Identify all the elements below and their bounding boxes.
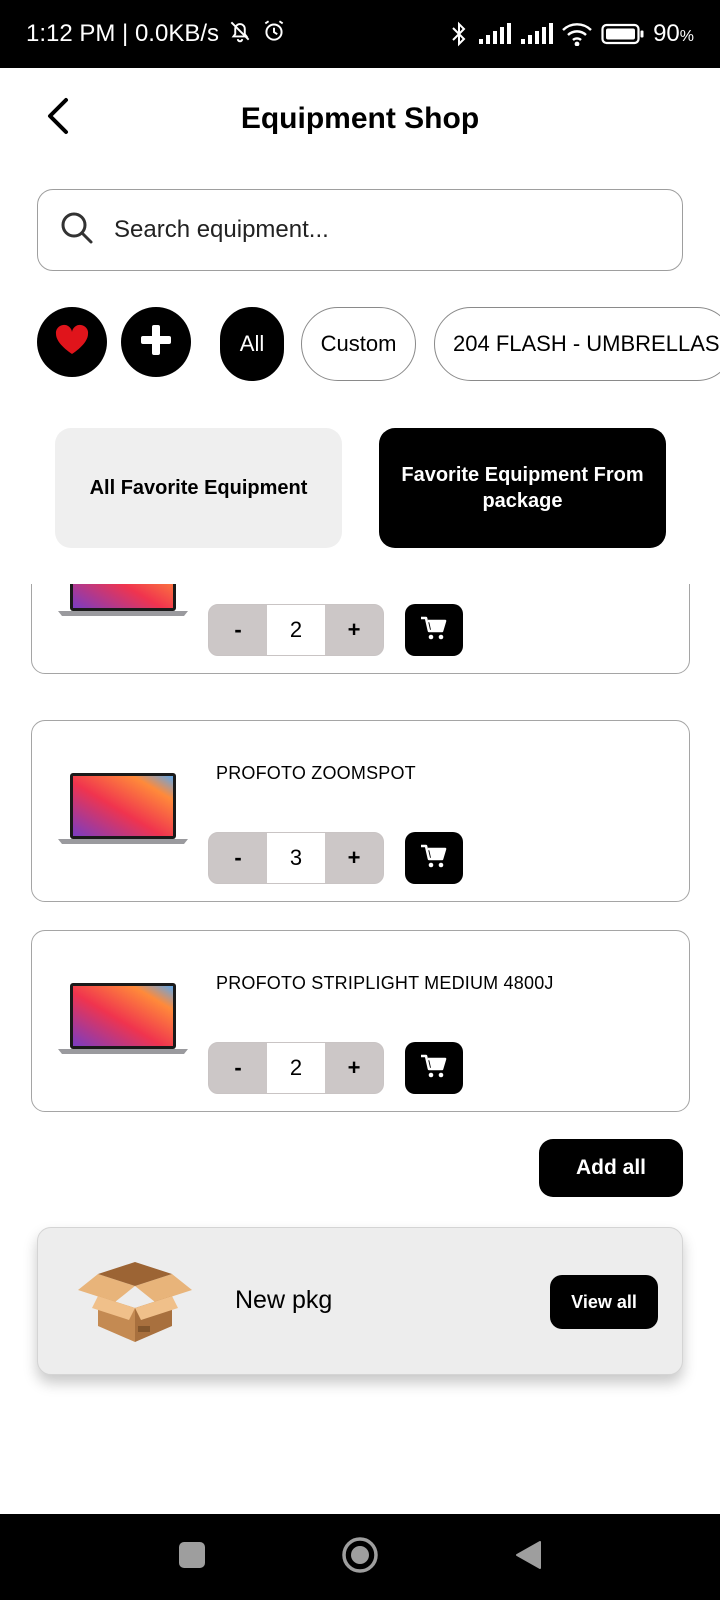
tab-all-favorite-equipment[interactable]: All Favorite Equipment bbox=[55, 428, 342, 548]
favorites-tabs: All Favorite Equipment Favorite Equipmen… bbox=[0, 428, 720, 548]
status-time: 1:12 PM | 0.0KB/s bbox=[26, 20, 219, 47]
quantity-value: 2 bbox=[267, 1043, 325, 1093]
decrement-button[interactable]: - bbox=[209, 605, 267, 655]
search-bar bbox=[37, 189, 683, 271]
decrement-button[interactable]: - bbox=[209, 1043, 267, 1093]
status-bar: 1:12 PM | 0.0KB/s 90% bbox=[0, 0, 720, 68]
package-card[interactable]: New pkg View all bbox=[37, 1227, 683, 1375]
recents-button[interactable] bbox=[162, 1514, 222, 1600]
quantity-stepper: - 2 + bbox=[208, 604, 384, 656]
back-nav-button[interactable] bbox=[498, 1514, 558, 1600]
signal-icon-2 bbox=[519, 23, 554, 45]
add-button[interactable] bbox=[121, 307, 191, 377]
chip-204-flash-umbrellas[interactable]: 204 FLASH - UMBRELLAS AND bbox=[434, 307, 720, 381]
square-icon bbox=[178, 1541, 206, 1574]
package-name: New pkg bbox=[235, 1286, 333, 1314]
search-icon bbox=[60, 211, 94, 250]
quantity-value: 2 bbox=[267, 605, 325, 655]
package-box-image bbox=[78, 1262, 192, 1342]
quantity-value: 3 bbox=[267, 833, 325, 883]
heart-icon bbox=[54, 324, 90, 361]
laptop-image bbox=[58, 983, 188, 1054]
tab-favorite-from-package[interactable]: Favorite Equipment From package bbox=[379, 428, 666, 548]
add-to-cart-button[interactable] bbox=[405, 604, 463, 656]
app-header: Equipment Shop bbox=[0, 68, 720, 172]
laptop-image bbox=[58, 584, 188, 616]
equipment-list[interactable]: - 2 + PROFOTO ZOOMSPOT - 3 + PROFOTO STR… bbox=[0, 584, 720, 1114]
wifi-icon bbox=[561, 22, 593, 46]
battery-icon bbox=[601, 23, 645, 45]
add-to-cart-button[interactable] bbox=[405, 832, 463, 884]
quantity-stepper: - 3 + bbox=[208, 832, 384, 884]
increment-button[interactable]: + bbox=[325, 833, 383, 883]
alarm-icon bbox=[261, 18, 287, 51]
list-item: PROFOTO ZOOMSPOT - 3 + bbox=[31, 720, 690, 902]
signal-icon-1 bbox=[477, 23, 512, 45]
bluetooth-icon bbox=[449, 21, 469, 47]
view-all-button[interactable]: View all bbox=[550, 1275, 658, 1329]
back-triangle-icon bbox=[514, 1540, 542, 1575]
increment-button[interactable]: + bbox=[325, 605, 383, 655]
home-circle-icon bbox=[341, 1536, 379, 1579]
list-item: PROFOTO STRIPLIGHT MEDIUM 4800J - 2 + bbox=[31, 930, 690, 1112]
system-nav-bar bbox=[0, 1514, 720, 1600]
item-name: PROFOTO ZOOMSPOT bbox=[216, 763, 416, 783]
add-to-cart-button[interactable] bbox=[405, 1042, 463, 1094]
add-all-button[interactable]: Add all bbox=[539, 1139, 683, 1197]
battery-percent: 90 bbox=[653, 20, 680, 47]
home-button[interactable] bbox=[330, 1514, 390, 1600]
cart-icon bbox=[420, 615, 448, 646]
quantity-stepper: - 2 + bbox=[208, 1042, 384, 1094]
cart-icon bbox=[420, 843, 448, 874]
favorites-button[interactable] bbox=[37, 307, 107, 377]
mute-icon bbox=[227, 18, 253, 51]
cart-icon bbox=[420, 1053, 448, 1084]
increment-button[interactable]: + bbox=[325, 1043, 383, 1093]
chip-custom[interactable]: Custom bbox=[301, 307, 416, 381]
filter-chips-row: All Custom 204 FLASH - UMBRELLAS AND bbox=[37, 307, 720, 381]
battery-percent-sign: % bbox=[679, 28, 694, 45]
plus-icon bbox=[139, 323, 173, 362]
decrement-button[interactable]: - bbox=[209, 833, 267, 883]
item-name: PROFOTO STRIPLIGHT MEDIUM 4800J bbox=[216, 973, 554, 993]
list-item: - 2 + bbox=[31, 584, 690, 674]
laptop-image bbox=[58, 773, 188, 844]
search-input[interactable] bbox=[114, 216, 634, 244]
page-title: Equipment Shop bbox=[240, 102, 480, 135]
chip-all[interactable]: All bbox=[220, 307, 284, 381]
